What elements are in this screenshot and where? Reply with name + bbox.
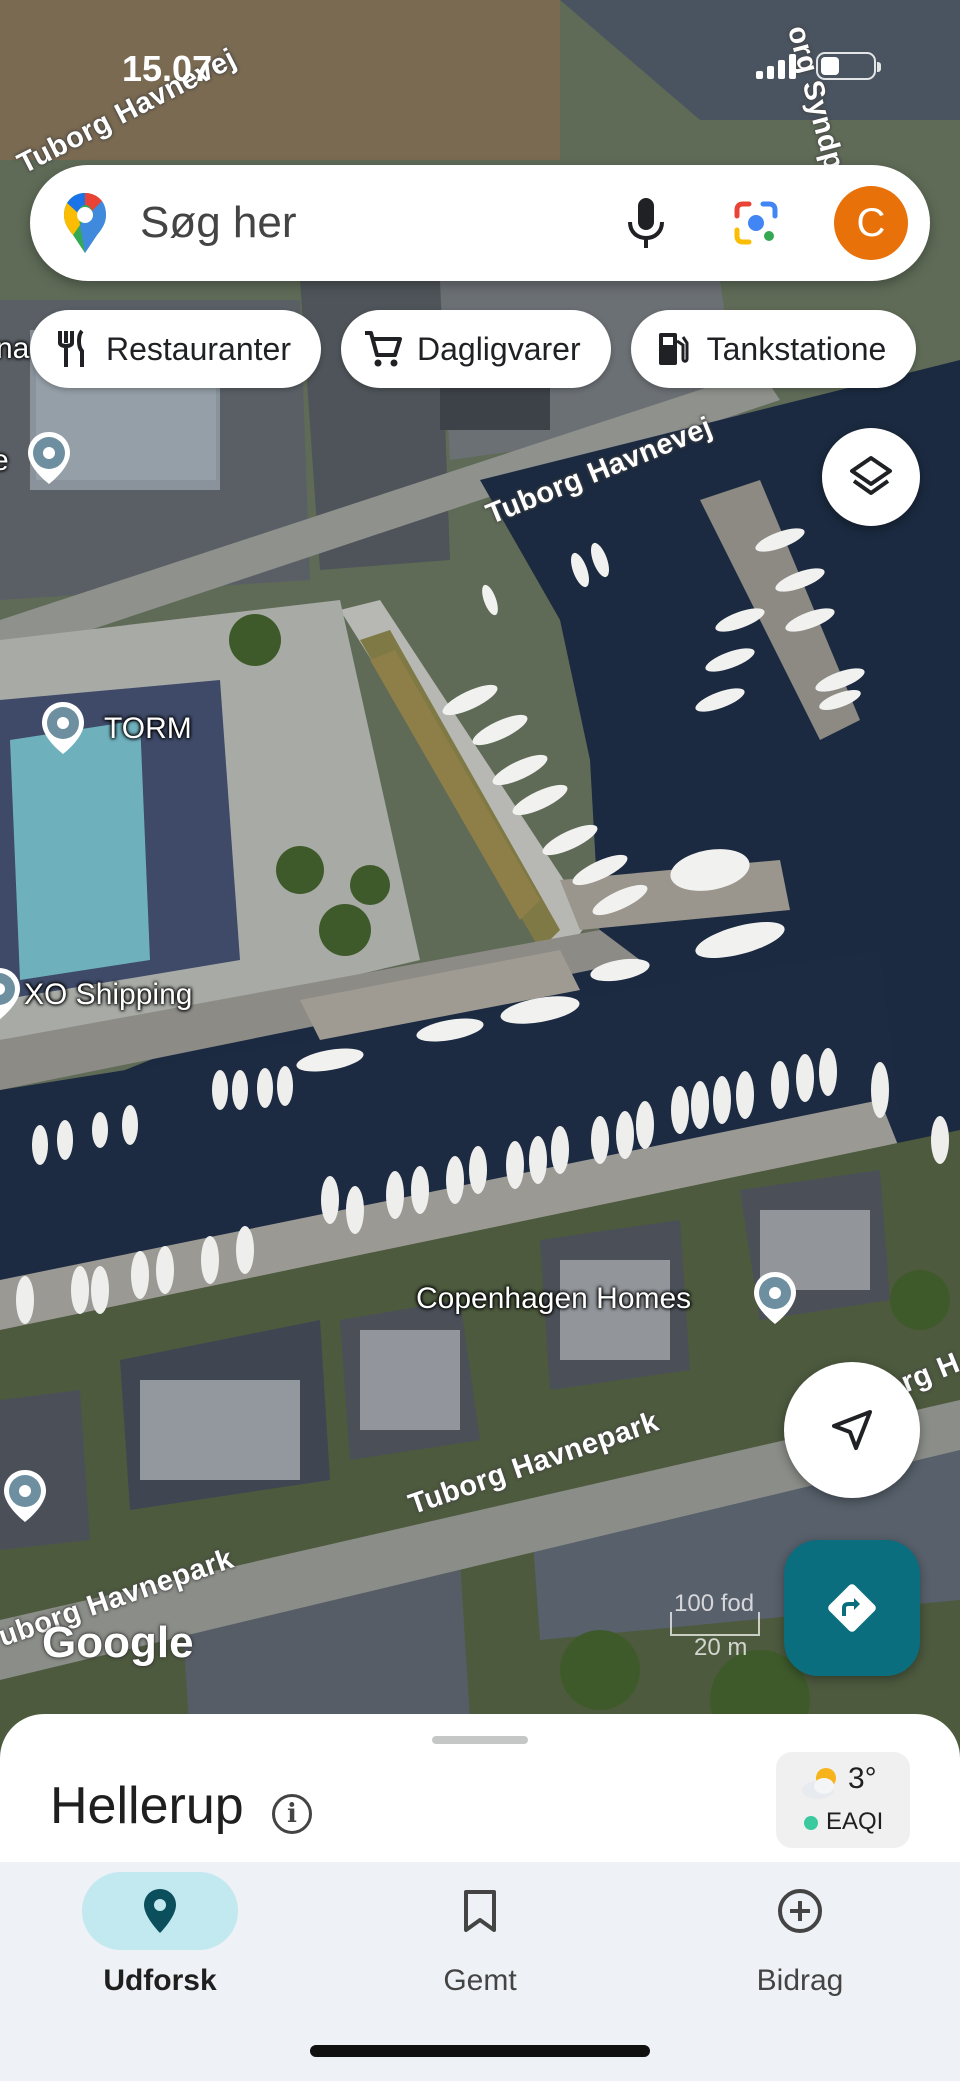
weather-temp: 3° <box>848 1762 877 1795</box>
bookmark-icon <box>464 1890 496 1932</box>
search-bar[interactable]: Søg her C <box>30 165 930 281</box>
plus-circle-icon <box>778 1889 822 1933</box>
info-icon[interactable]: i <box>272 1794 312 1834</box>
category-chips: Restauranter Dagligvarer Tankstatione <box>30 310 917 388</box>
aqi-status-dot <box>804 1816 818 1830</box>
map-pin-icon <box>28 432 70 484</box>
google-maps-logo-icon <box>64 193 106 253</box>
google-lens-icon[interactable] <box>726 193 786 253</box>
home-indicator[interactable] <box>310 2045 650 2057</box>
camera-lens-icon <box>734 201 778 245</box>
map-scale: 100 fod 20 m <box>640 1590 760 1662</box>
poi-pin-left-bottom[interactable] <box>2 1468 48 1524</box>
my-location-button[interactable] <box>784 1362 920 1498</box>
nav-contribute[interactable]: Bidrag <box>680 1872 920 1998</box>
search-input[interactable]: Søg her <box>140 198 616 248</box>
map-pin-icon <box>42 702 84 754</box>
place-label-left-edge-e: e <box>0 444 9 477</box>
place-bottom-sheet[interactable]: Hellerup i 3° EAQI <box>0 1714 960 1864</box>
nav-saved[interactable]: Gemt <box>360 1872 600 1998</box>
map-pin-icon <box>4 1470 46 1522</box>
chip-restaurants[interactable]: Restauranter <box>30 310 321 388</box>
map-pin-icon <box>0 968 20 1020</box>
status-time: 15.07 <box>122 48 213 89</box>
mic-icon[interactable] <box>616 193 676 253</box>
poi-pin-torm[interactable] <box>40 700 86 756</box>
layers-button[interactable] <box>822 428 920 526</box>
status-icons <box>756 52 881 80</box>
place-title: Hellerup <box>50 1777 244 1835</box>
nav-label: Bidrag <box>756 1964 844 1997</box>
scale-meters: 20 m <box>694 1634 748 1661</box>
poi-pin-xo-shipping[interactable] <box>0 966 22 1022</box>
cart-icon <box>364 331 402 367</box>
poi-pin-left-top[interactable] <box>26 430 72 486</box>
google-watermark: Google <box>42 1618 194 1667</box>
chip-gas-stations[interactable]: Tankstatione <box>630 310 917 388</box>
chip-label: Tankstatione <box>706 330 887 367</box>
chip-label: Dagligvarer <box>416 330 581 367</box>
directions-icon <box>828 1584 876 1632</box>
navigation-arrow-icon <box>832 1410 872 1450</box>
place-label-copenhagen-homes[interactable]: Copenhagen Homes <box>416 1282 691 1316</box>
sheet-drag-handle[interactable] <box>432 1736 528 1744</box>
layers-icon <box>850 456 892 495</box>
poi-pin-copenhagen-homes[interactable] <box>752 1270 798 1326</box>
gas-pump-icon <box>658 333 689 365</box>
location-pin-icon <box>144 1889 176 1933</box>
microphone-icon <box>628 198 664 248</box>
nav-label: Udforsk <box>103 1964 217 1997</box>
chip-label: Restauranter <box>106 330 291 367</box>
weather-aqi: EAQI <box>826 1808 884 1835</box>
fork-knife-icon <box>58 329 84 367</box>
directions-button[interactable] <box>784 1540 920 1676</box>
place-label-torm[interactable]: TORM <box>104 712 192 746</box>
weather-widget[interactable]: 3° EAQI <box>776 1752 910 1848</box>
map-pin-icon <box>754 1272 796 1324</box>
signal-icon <box>756 53 796 79</box>
place-label-left-edge-na: na <box>0 332 30 365</box>
place-label-xo-shipping[interactable]: XO Shipping <box>24 978 192 1012</box>
chip-groceries[interactable]: Dagligvarer <box>340 310 611 388</box>
account-avatar[interactable]: C <box>834 186 908 260</box>
nav-label: Gemt <box>443 1964 517 1997</box>
nav-explore[interactable]: Udforsk <box>40 1872 280 1998</box>
battery-icon <box>816 52 881 80</box>
scale-feet: 100 fod <box>674 1590 755 1617</box>
partly-cloudy-icon <box>802 1768 836 1799</box>
